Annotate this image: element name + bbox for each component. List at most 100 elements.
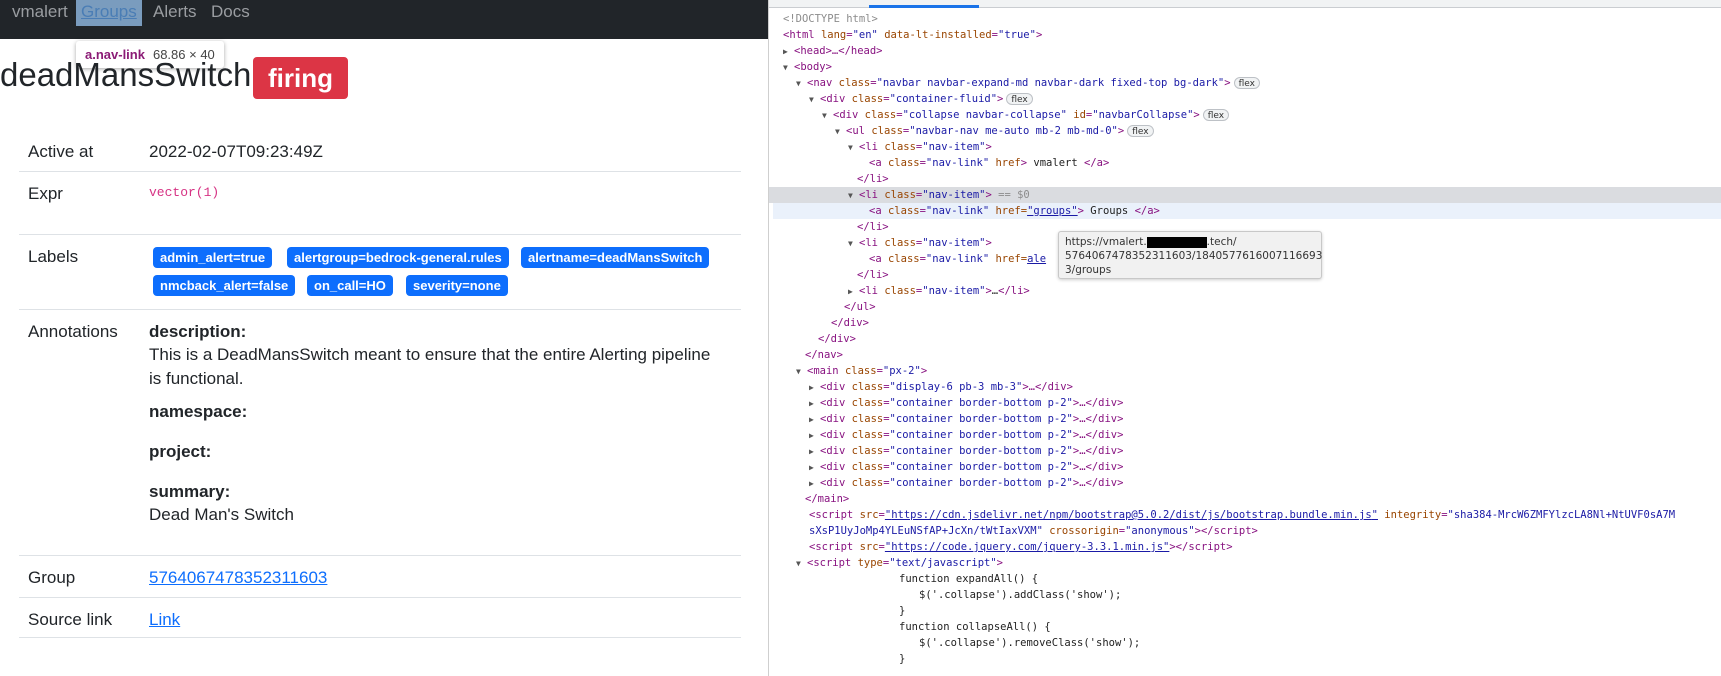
- dom-line[interactable]: </main>: [805, 491, 849, 507]
- dom-line[interactable]: ▶ <div class="container border-bottom p-2…: [809, 395, 1123, 411]
- dom-line[interactable]: <script src="https://code.jquery.com/jqu…: [809, 539, 1233, 555]
- dom-line[interactable]: <html lang="en" data-lt-installed="true"…: [783, 27, 1042, 43]
- dom-line[interactable]: </nav>: [805, 347, 843, 363]
- annotation-value: This is a DeadMansSwitch meant to ensure…: [149, 345, 711, 388]
- dom-line[interactable]: ▶ <head>…</head>: [783, 43, 883, 59]
- expand-triangle-icon[interactable]: ▶: [809, 444, 820, 460]
- dom-line[interactable]: </ul>: [844, 299, 876, 315]
- collapse-triangle-icon[interactable]: ▼: [822, 108, 833, 124]
- row-group: Group 5764067478352311603: [19, 556, 741, 598]
- dom-line[interactable]: ▶ <li class="nav-item">…</li>: [848, 283, 1030, 299]
- dom-line[interactable]: ▼ <div class="collapse navbar-collapse" i…: [822, 107, 1230, 124]
- collapse-triangle-icon[interactable]: ▼: [848, 188, 859, 204]
- expand-triangle-icon[interactable]: ▶: [848, 284, 859, 300]
- annotation-key: description:: [149, 322, 247, 341]
- dom-line[interactable]: </li>: [857, 267, 889, 283]
- collapse-triangle-icon[interactable]: ▼: [796, 76, 807, 92]
- expand-triangle-icon[interactable]: ▶: [809, 476, 820, 492]
- dom-line[interactable]: ▶ <div class="container border-bottom p-2…: [809, 475, 1123, 491]
- collapse-triangle-icon[interactable]: ▼: [809, 92, 820, 108]
- nav-brand-vmalert[interactable]: vmalert: [12, 0, 68, 26]
- top-navbar: vmalert Groups Alerts Docs: [0, 0, 768, 39]
- nav-link-docs[interactable]: Docs: [211, 0, 250, 26]
- label-badge: alertname=deadMansSwitch: [521, 247, 710, 268]
- flex-badge[interactable]: flex: [1006, 93, 1033, 105]
- row-label: Active at: [28, 142, 94, 161]
- dom-line[interactable]: <a class="nav-link" href=ale: [869, 251, 1046, 267]
- redacted-block: [1146, 236, 1207, 248]
- collapse-triangle-icon[interactable]: ▼: [783, 60, 794, 76]
- tooltip-url-line: 3/groups: [1065, 264, 1112, 276]
- dom-line[interactable]: </li>: [857, 171, 889, 187]
- annotation-key: summary:: [149, 482, 231, 501]
- expand-triangle-icon[interactable]: ▶: [809, 380, 820, 396]
- vmalert-page: vmalert Groups Alerts Docs a.nav-link 68.…: [0, 0, 768, 676]
- row-annotations: Annotations description: This is a DeadM…: [19, 310, 741, 556]
- flex-badge[interactable]: flex: [1202, 109, 1230, 121]
- flex-badge[interactable]: flex: [1127, 125, 1154, 137]
- devtools-elements-panel: ••• <!DOCTYPE html> <html lang="en" data…: [768, 0, 1721, 676]
- status-badge: firing: [253, 57, 348, 99]
- js-line[interactable]: }: [899, 603, 905, 619]
- dom-line-selected[interactable]: ▼ <li class="nav-item"> == $0: [769, 187, 1721, 203]
- active-at-value: 2022-02-07T09:23:49Z: [149, 142, 323, 161]
- expand-triangle-icon[interactable]: ▶: [783, 44, 794, 60]
- dom-line[interactable]: ▶ <div class="display-6 pb-3 mb-3">…</div…: [809, 379, 1073, 395]
- group-link[interactable]: 5764067478352311603: [149, 568, 327, 588]
- dom-line[interactable]: ▶ <div class="container border-bottom p-2…: [809, 411, 1123, 427]
- label-badge: severity=none: [406, 275, 508, 296]
- expand-triangle-icon[interactable]: ▶: [809, 412, 820, 428]
- expand-triangle-icon[interactable]: ▶: [809, 396, 820, 412]
- page-title: deadMansSwitch: [0, 56, 252, 93]
- dom-line[interactable]: </li>: [857, 219, 889, 235]
- js-line[interactable]: $('.collapse').addClass('show');: [919, 587, 1121, 603]
- flex-badge[interactable]: flex: [1233, 77, 1260, 89]
- dom-line[interactable]: <script src="https://cdn.jsdelivr.net/np…: [809, 507, 1675, 523]
- label-badge: nmcback_alert=false: [153, 275, 296, 296]
- dom-line[interactable]: </div>: [818, 331, 856, 347]
- devtools-tab-strip: [769, 0, 1721, 8]
- row-active-at: Active at 2022-02-07T09:23:49Z: [19, 132, 741, 172]
- row-label: Labels: [28, 247, 79, 266]
- dom-line-hovered[interactable]: <a class="nav-link" href="groups"> Group…: [773, 203, 1721, 219]
- js-line[interactable]: $('.collapse').removeClass('show');: [919, 635, 1140, 651]
- row-label: Source link: [28, 610, 113, 629]
- js-line[interactable]: function collapseAll() {: [899, 619, 1051, 635]
- nav-link-groups[interactable]: Groups: [76, 0, 142, 26]
- tooltip-url-line: 5764067478352311603/1840577616007116693: [1065, 250, 1323, 262]
- row-label: Group: [28, 568, 76, 587]
- collapse-triangle-icon[interactable]: ▼: [835, 124, 846, 140]
- annotation-value: Dead Man's Switch: [149, 505, 294, 524]
- dom-line[interactable]: sXsP1UyJoMp4YLEuNSfAP+JcXn/tWtIaxVXM" cr…: [809, 523, 1258, 539]
- dom-line[interactable]: ▶ <div class="container border-bottom p-2…: [809, 427, 1123, 443]
- dom-line[interactable]: </div>: [831, 315, 869, 331]
- label-badge: alertgroup=bedrock-general.rules: [287, 247, 509, 268]
- dom-line[interactable]: ▼ <main class="px-2">: [796, 363, 927, 379]
- dom-line[interactable]: ▼ <script type="text/javascript">: [796, 555, 1003, 571]
- dom-line[interactable]: ▼ <body>: [783, 59, 832, 75]
- expand-triangle-icon[interactable]: ▶: [809, 460, 820, 476]
- dom-line[interactable]: ▼ <nav class="navbar navbar-expand-md nav…: [796, 75, 1260, 91]
- label-badge: on_call=HO: [307, 275, 393, 296]
- label-badge: admin_alert=true: [153, 247, 273, 268]
- collapse-triangle-icon[interactable]: ▼: [848, 140, 859, 156]
- expand-triangle-icon[interactable]: ▶: [809, 428, 820, 444]
- collapse-triangle-icon[interactable]: ▼: [848, 236, 859, 252]
- dom-line[interactable]: <a class="nav-link" href> vmalert </a>: [869, 155, 1109, 171]
- dom-line[interactable]: ▼ <ul class="navbar-nav me-auto mb-2 mb-m…: [835, 123, 1154, 139]
- dom-line[interactable]: ▶ <div class="container border-bottom p-2…: [809, 459, 1123, 475]
- active-tab-indicator: [869, 5, 979, 8]
- dom-line[interactable]: ▶ <div class="container border-bottom p-2…: [809, 443, 1123, 459]
- row-source-link: Source link Link: [19, 598, 741, 638]
- js-line[interactable]: }: [899, 651, 905, 667]
- dom-line[interactable]: ▼ <li class="nav-item">: [848, 139, 992, 155]
- js-line[interactable]: function expandAll() {: [899, 571, 1038, 587]
- collapse-triangle-icon[interactable]: ▼: [796, 556, 807, 572]
- dom-line[interactable]: ▼ <div class="container-fluid"> flex: [809, 91, 1033, 107]
- dom-line[interactable]: <!DOCTYPE html>: [783, 11, 878, 27]
- source-link[interactable]: Link: [149, 610, 180, 630]
- annotation-key: project:: [149, 442, 212, 461]
- nav-link-alerts[interactable]: Alerts: [153, 0, 196, 26]
- dom-line[interactable]: ▼ <li class="nav-item">: [848, 235, 992, 251]
- collapse-triangle-icon[interactable]: ▼: [796, 364, 807, 380]
